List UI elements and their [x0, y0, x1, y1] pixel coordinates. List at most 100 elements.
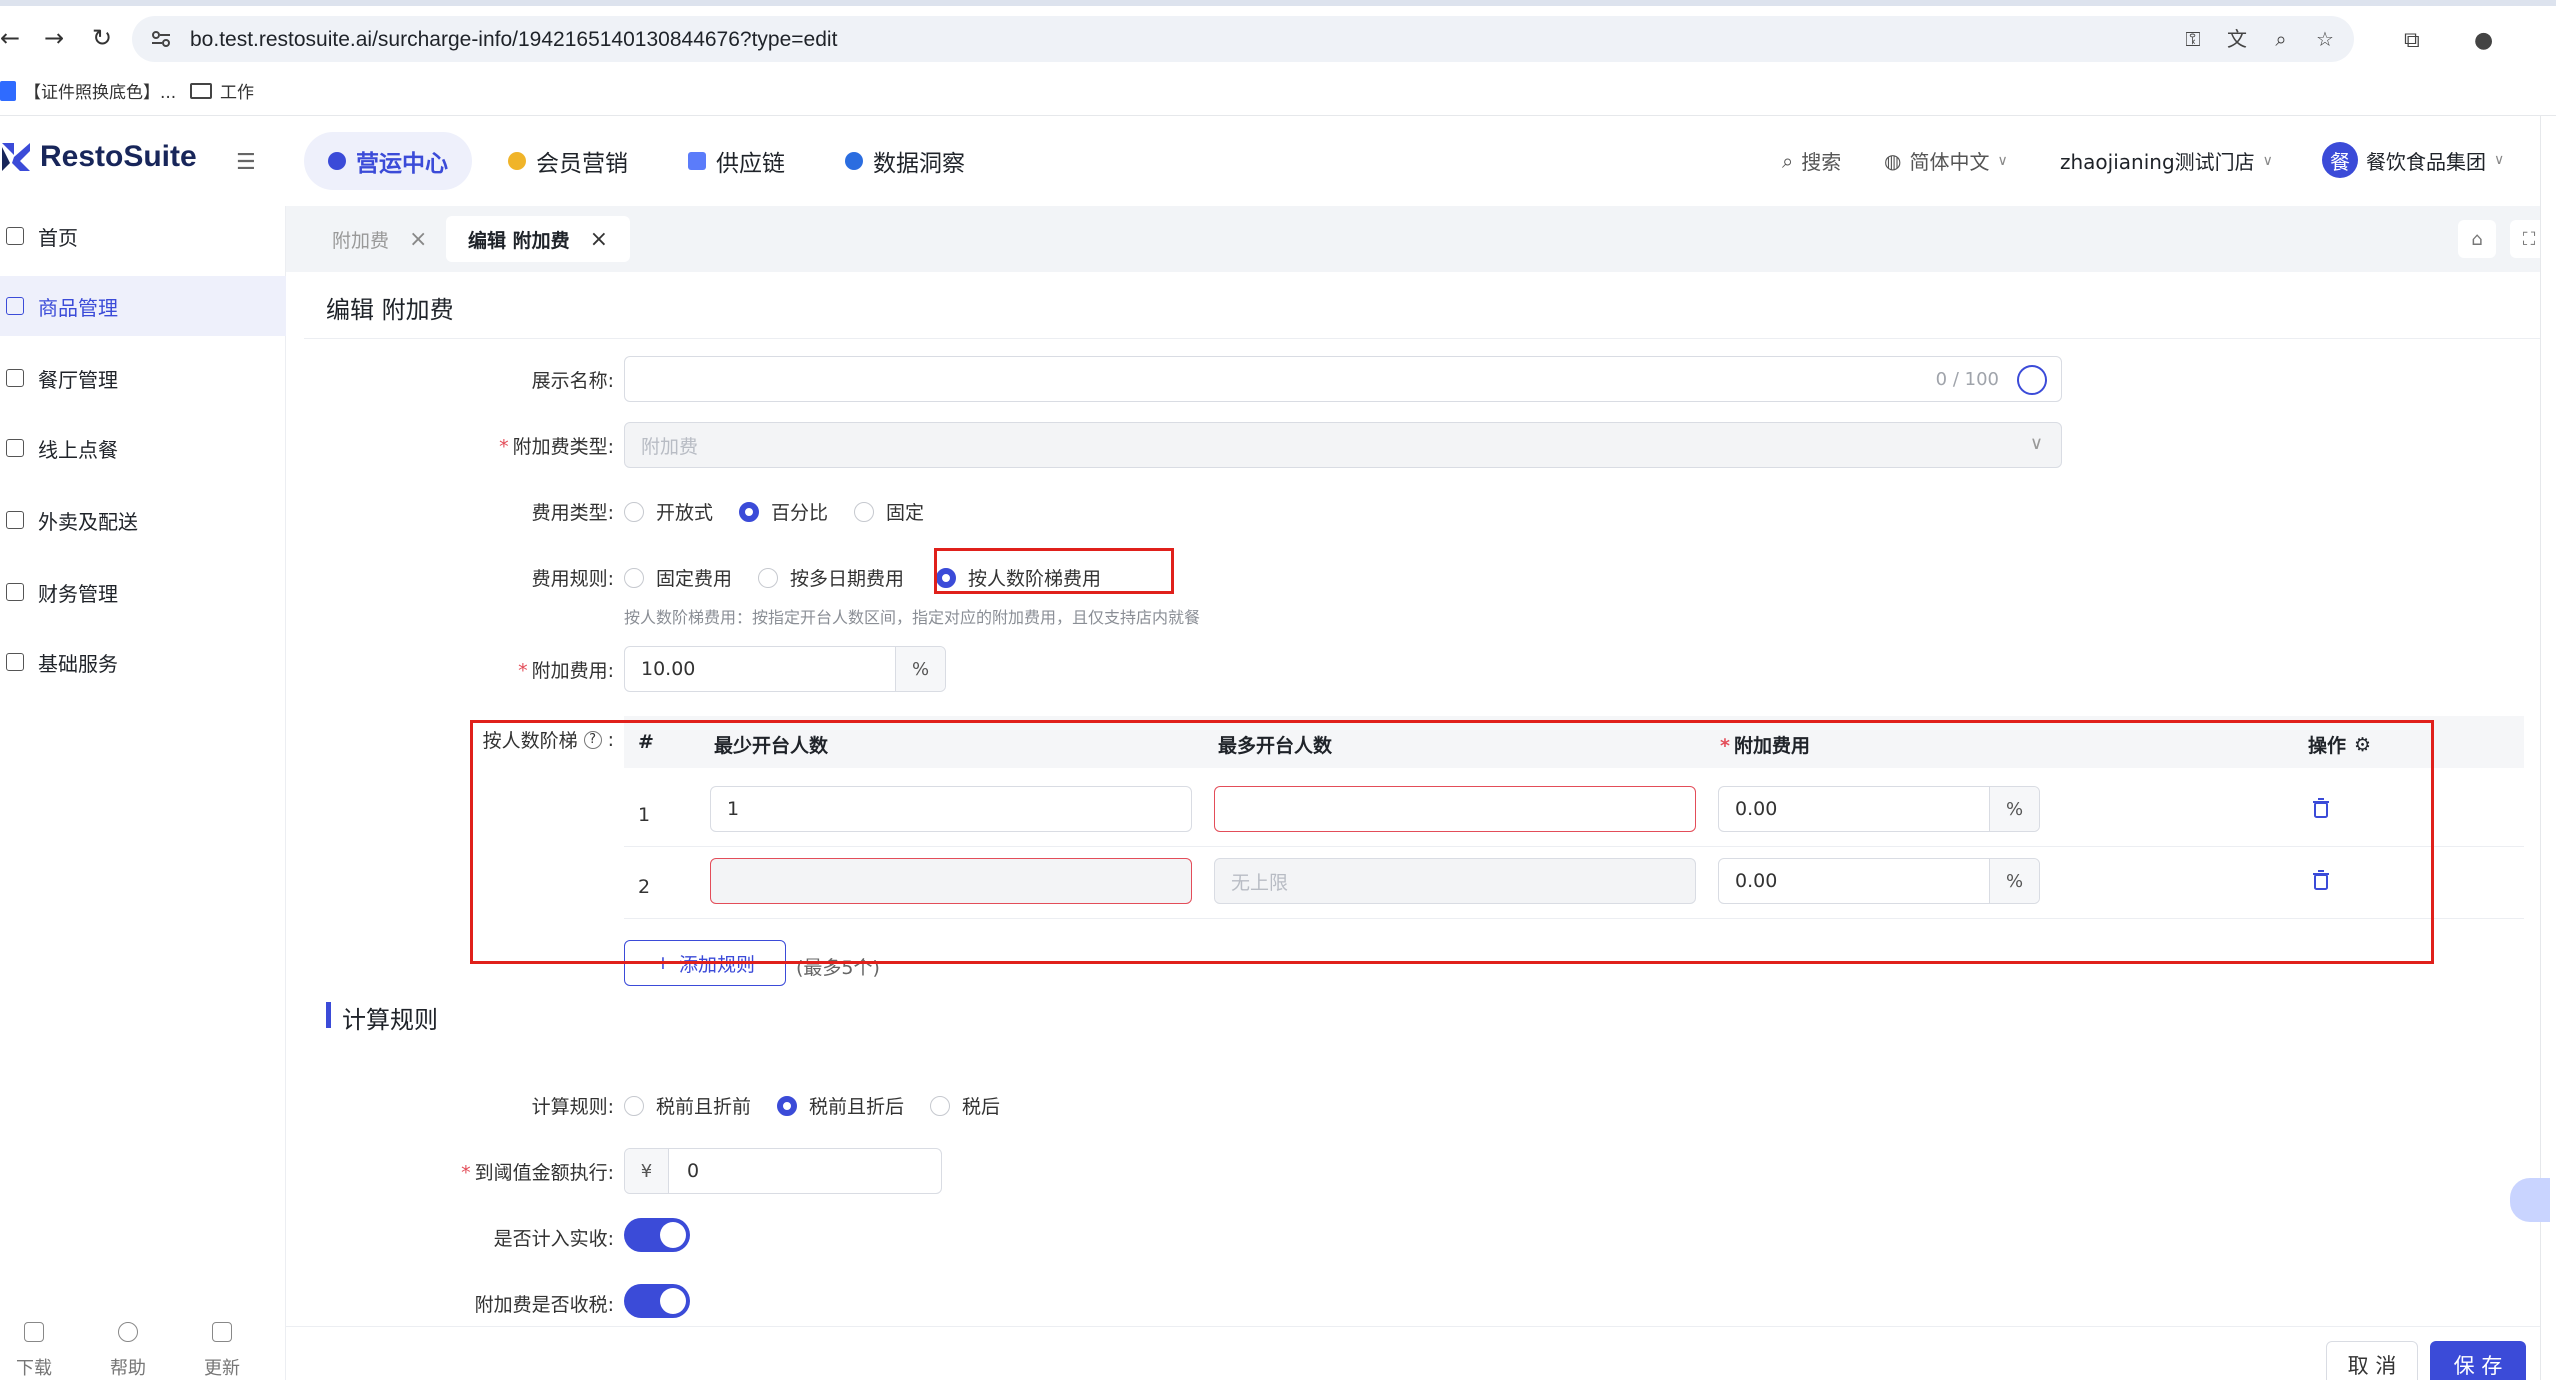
radio-fixed-fee[interactable]: 固定费用	[624, 564, 732, 591]
sidebar-help[interactable]: 帮助	[110, 1322, 146, 1380]
count-revenue-toggle[interactable]	[624, 1218, 690, 1252]
box-icon	[6, 297, 24, 315]
display-name-input[interactable]: 0 / 100	[624, 356, 2062, 402]
chevron-down-icon: ∨	[1997, 152, 2008, 169]
main-content: 编辑 附加费 展示名称: 0 / 100 * 附加费类型: 附加费 ∨ 费用类型:…	[304, 272, 2556, 1326]
sidebar-item-basic-services[interactable]: 基础服务	[0, 632, 286, 692]
radio-pre-tax-post-discount[interactable]: 税前且折后	[777, 1092, 904, 1119]
profile-icon[interactable]: ●	[2474, 28, 2493, 53]
store-selector[interactable]: zhaojianing测试门店 ∨	[2060, 146, 2273, 175]
char-counter: 0 / 100	[1935, 369, 1999, 390]
reload-icon[interactable]: ↻	[92, 26, 112, 50]
forward-icon[interactable]: →	[44, 26, 64, 50]
restosuite-logo-icon	[2, 143, 30, 171]
radio-percent[interactable]: 百分比	[739, 498, 828, 525]
surcharge-type-select[interactable]: 附加费 ∨	[624, 422, 2062, 468]
member-marketing-icon	[508, 152, 526, 170]
radio-multi-date-fee[interactable]: 按多日期费用	[758, 564, 904, 591]
bag-icon	[6, 511, 24, 529]
hand-pointer-icon	[6, 439, 24, 457]
url-text: bo.test.restosuite.ai/surcharge-info/194…	[190, 28, 838, 51]
tab-edit-surcharge[interactable]: 编辑 附加费 ×	[446, 216, 631, 262]
threshold-label: * 到阈值金额执行:	[461, 1162, 614, 1184]
fee-type-label: 费用类型:	[531, 502, 614, 524]
sidebar: 首页 商品管理 餐厅管理 线上点餐 外卖及配送 财务管理 基础服务	[0, 206, 286, 1380]
fee-type-radio-group: 开放式 百分比 固定	[624, 498, 950, 525]
radio-open[interactable]: 开放式	[624, 498, 713, 525]
org-selector[interactable]: 餐 餐饮食品集团 ∨	[2322, 142, 2504, 178]
bookmark-favicon-icon	[0, 80, 16, 101]
folder-icon	[190, 82, 212, 99]
topnav-supply-chain[interactable]: 供应链	[664, 132, 809, 190]
section-accent	[326, 1002, 331, 1028]
fee-rule-help: 按人数阶梯费用：按指定开台人数区间，指定对应的附加费用，且仅支持店内就餐	[624, 608, 1201, 627]
supply-chain-icon	[688, 152, 706, 170]
surcharge-type-label: * 附加费类型:	[499, 436, 614, 458]
avatar: 餐	[2322, 142, 2358, 178]
header-search[interactable]: ⌕ 搜索	[1782, 146, 1841, 175]
taxable-toggle[interactable]	[624, 1284, 690, 1318]
sidebar-update[interactable]: 更新	[204, 1322, 240, 1380]
help-icon	[118, 1322, 138, 1342]
calc-section-title: 计算规则	[342, 1006, 438, 1034]
calc-rule-radio-group: 税前且折前 税前且折后 税后	[624, 1092, 1026, 1119]
sidebar-download[interactable]: 下载	[16, 1322, 52, 1380]
store-icon	[6, 369, 24, 387]
brand-name: RestoSuite	[40, 140, 197, 173]
top-nav: 营运中心 会员营销 供应链 数据洞察	[304, 132, 989, 190]
topnav-ops-center[interactable]: 营运中心	[304, 132, 472, 190]
save-button[interactable]: 保 存	[2430, 1341, 2526, 1380]
display-name-label: 展示名称:	[531, 370, 614, 392]
currency-prefix: ¥	[625, 1149, 669, 1193]
bookmark-folder[interactable]: 工作	[190, 78, 254, 103]
zoom-icon[interactable]: ⌕	[2270, 28, 2292, 50]
radio-fixed[interactable]: 固定	[854, 498, 924, 525]
sidebar-item-home[interactable]: 首页	[0, 206, 286, 266]
percent-suffix: %	[895, 647, 945, 691]
calc-rule-label: 计算规则:	[531, 1096, 614, 1118]
grid-icon	[6, 653, 24, 671]
password-key-icon[interactable]: ⚿	[2182, 28, 2204, 50]
radio-post-tax[interactable]: 税后	[930, 1092, 1000, 1119]
cancel-button[interactable]: 取 消	[2326, 1341, 2418, 1380]
sidebar-item-products[interactable]: 商品管理	[0, 276, 286, 336]
ai-translate-icon[interactable]	[2017, 365, 2047, 395]
bookmark-item[interactable]: 【证件照换底色】...	[0, 78, 176, 103]
translate-icon[interactable]: 文	[2226, 28, 2248, 50]
close-icon[interactable]: ×	[590, 227, 608, 252]
highlight-box	[934, 548, 1174, 594]
collapse-menu-icon[interactable]: ☰	[236, 150, 256, 175]
page-tabs: 附加费 × 编辑 附加费 × ⌂ ⛶	[286, 206, 2556, 272]
form-footer: 取 消 保 存	[286, 1326, 2556, 1380]
close-icon[interactable]: ×	[409, 227, 427, 252]
sidebar-item-online-order[interactable]: 线上点餐	[0, 418, 286, 478]
radio-pre-tax-pre-discount[interactable]: 税前且折前	[624, 1092, 751, 1119]
sidebar-item-restaurant[interactable]: 餐厅管理	[0, 348, 286, 408]
search-icon: ⌕	[1782, 148, 1794, 173]
chevron-down-icon: ∨	[2262, 152, 2273, 169]
sidebar-item-delivery[interactable]: 外卖及配送	[0, 490, 286, 550]
address-bar[interactable]: bo.test.restosuite.ai/surcharge-info/194…	[132, 16, 2354, 62]
data-insight-icon	[845, 152, 863, 170]
extensions-icon[interactable]: ⧉	[2404, 28, 2420, 53]
back-icon[interactable]: ←	[0, 26, 20, 50]
site-settings-icon[interactable]	[150, 28, 172, 50]
topnav-member-marketing[interactable]: 会员营销	[484, 132, 652, 190]
download-icon	[24, 1322, 44, 1342]
tab-tool-icon[interactable]: ⌂	[2458, 220, 2496, 258]
fee-rule-label: 费用规则:	[531, 568, 614, 590]
tab-surcharge[interactable]: 附加费 ×	[310, 216, 449, 262]
home-icon	[6, 227, 24, 245]
assistant-float-icon[interactable]	[2510, 1178, 2550, 1222]
bookmark-star-icon[interactable]: ☆	[2314, 28, 2336, 50]
app-header: RestoSuite ☰ 营运中心 会员营销 供应链 数据洞察 ⌕ 搜索 ◍ 简…	[0, 116, 2540, 206]
brand-logo[interactable]: RestoSuite	[0, 140, 197, 174]
wallet-icon	[6, 583, 24, 601]
topnav-data-insight[interactable]: 数据洞察	[821, 132, 989, 190]
chevron-down-icon: ∨	[2029, 433, 2043, 454]
sidebar-item-finance[interactable]: 财务管理	[0, 562, 286, 622]
surcharge-fee-input[interactable]: 10.00 %	[624, 646, 946, 692]
threshold-input[interactable]: ¥ 0	[624, 1148, 942, 1194]
surcharge-fee-label: * 附加费用:	[518, 660, 614, 682]
language-selector[interactable]: ◍ 简体中文 ∨	[1884, 146, 2008, 175]
